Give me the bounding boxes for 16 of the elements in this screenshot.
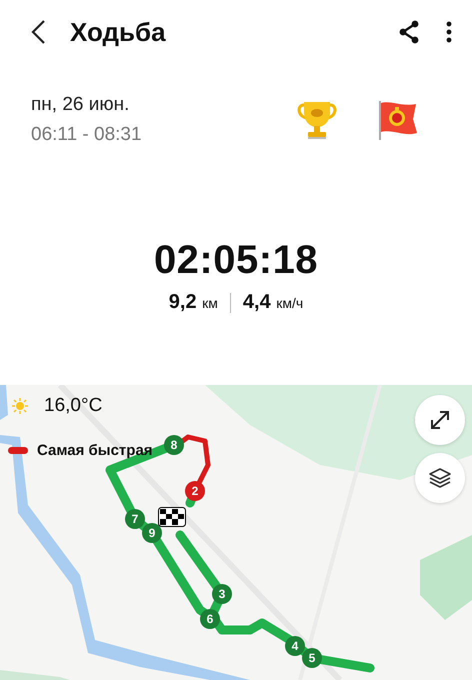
layers-icon: [428, 466, 452, 490]
expand-icon: [428, 408, 452, 432]
share-button[interactable]: [398, 20, 420, 44]
screen-title: Ходьба: [70, 16, 167, 48]
legend-label: Самая быстрая: [37, 442, 153, 459]
flag-stopwatch-icon: [376, 99, 420, 141]
workout-date: пн, 26 июн.: [31, 94, 130, 116]
trophy-icon: [296, 100, 338, 140]
time-range: 06:11 - 08:31: [31, 124, 143, 146]
temperature: 16,0°C: [44, 395, 102, 417]
distance: 9,2 км: [168, 291, 219, 314]
duration: 02:05:18: [152, 238, 320, 283]
sun-icon: [12, 398, 28, 414]
speed: 4,4 км/ч: [242, 291, 304, 314]
checkered-flag-icon: [158, 507, 186, 527]
more-button[interactable]: [446, 21, 452, 43]
